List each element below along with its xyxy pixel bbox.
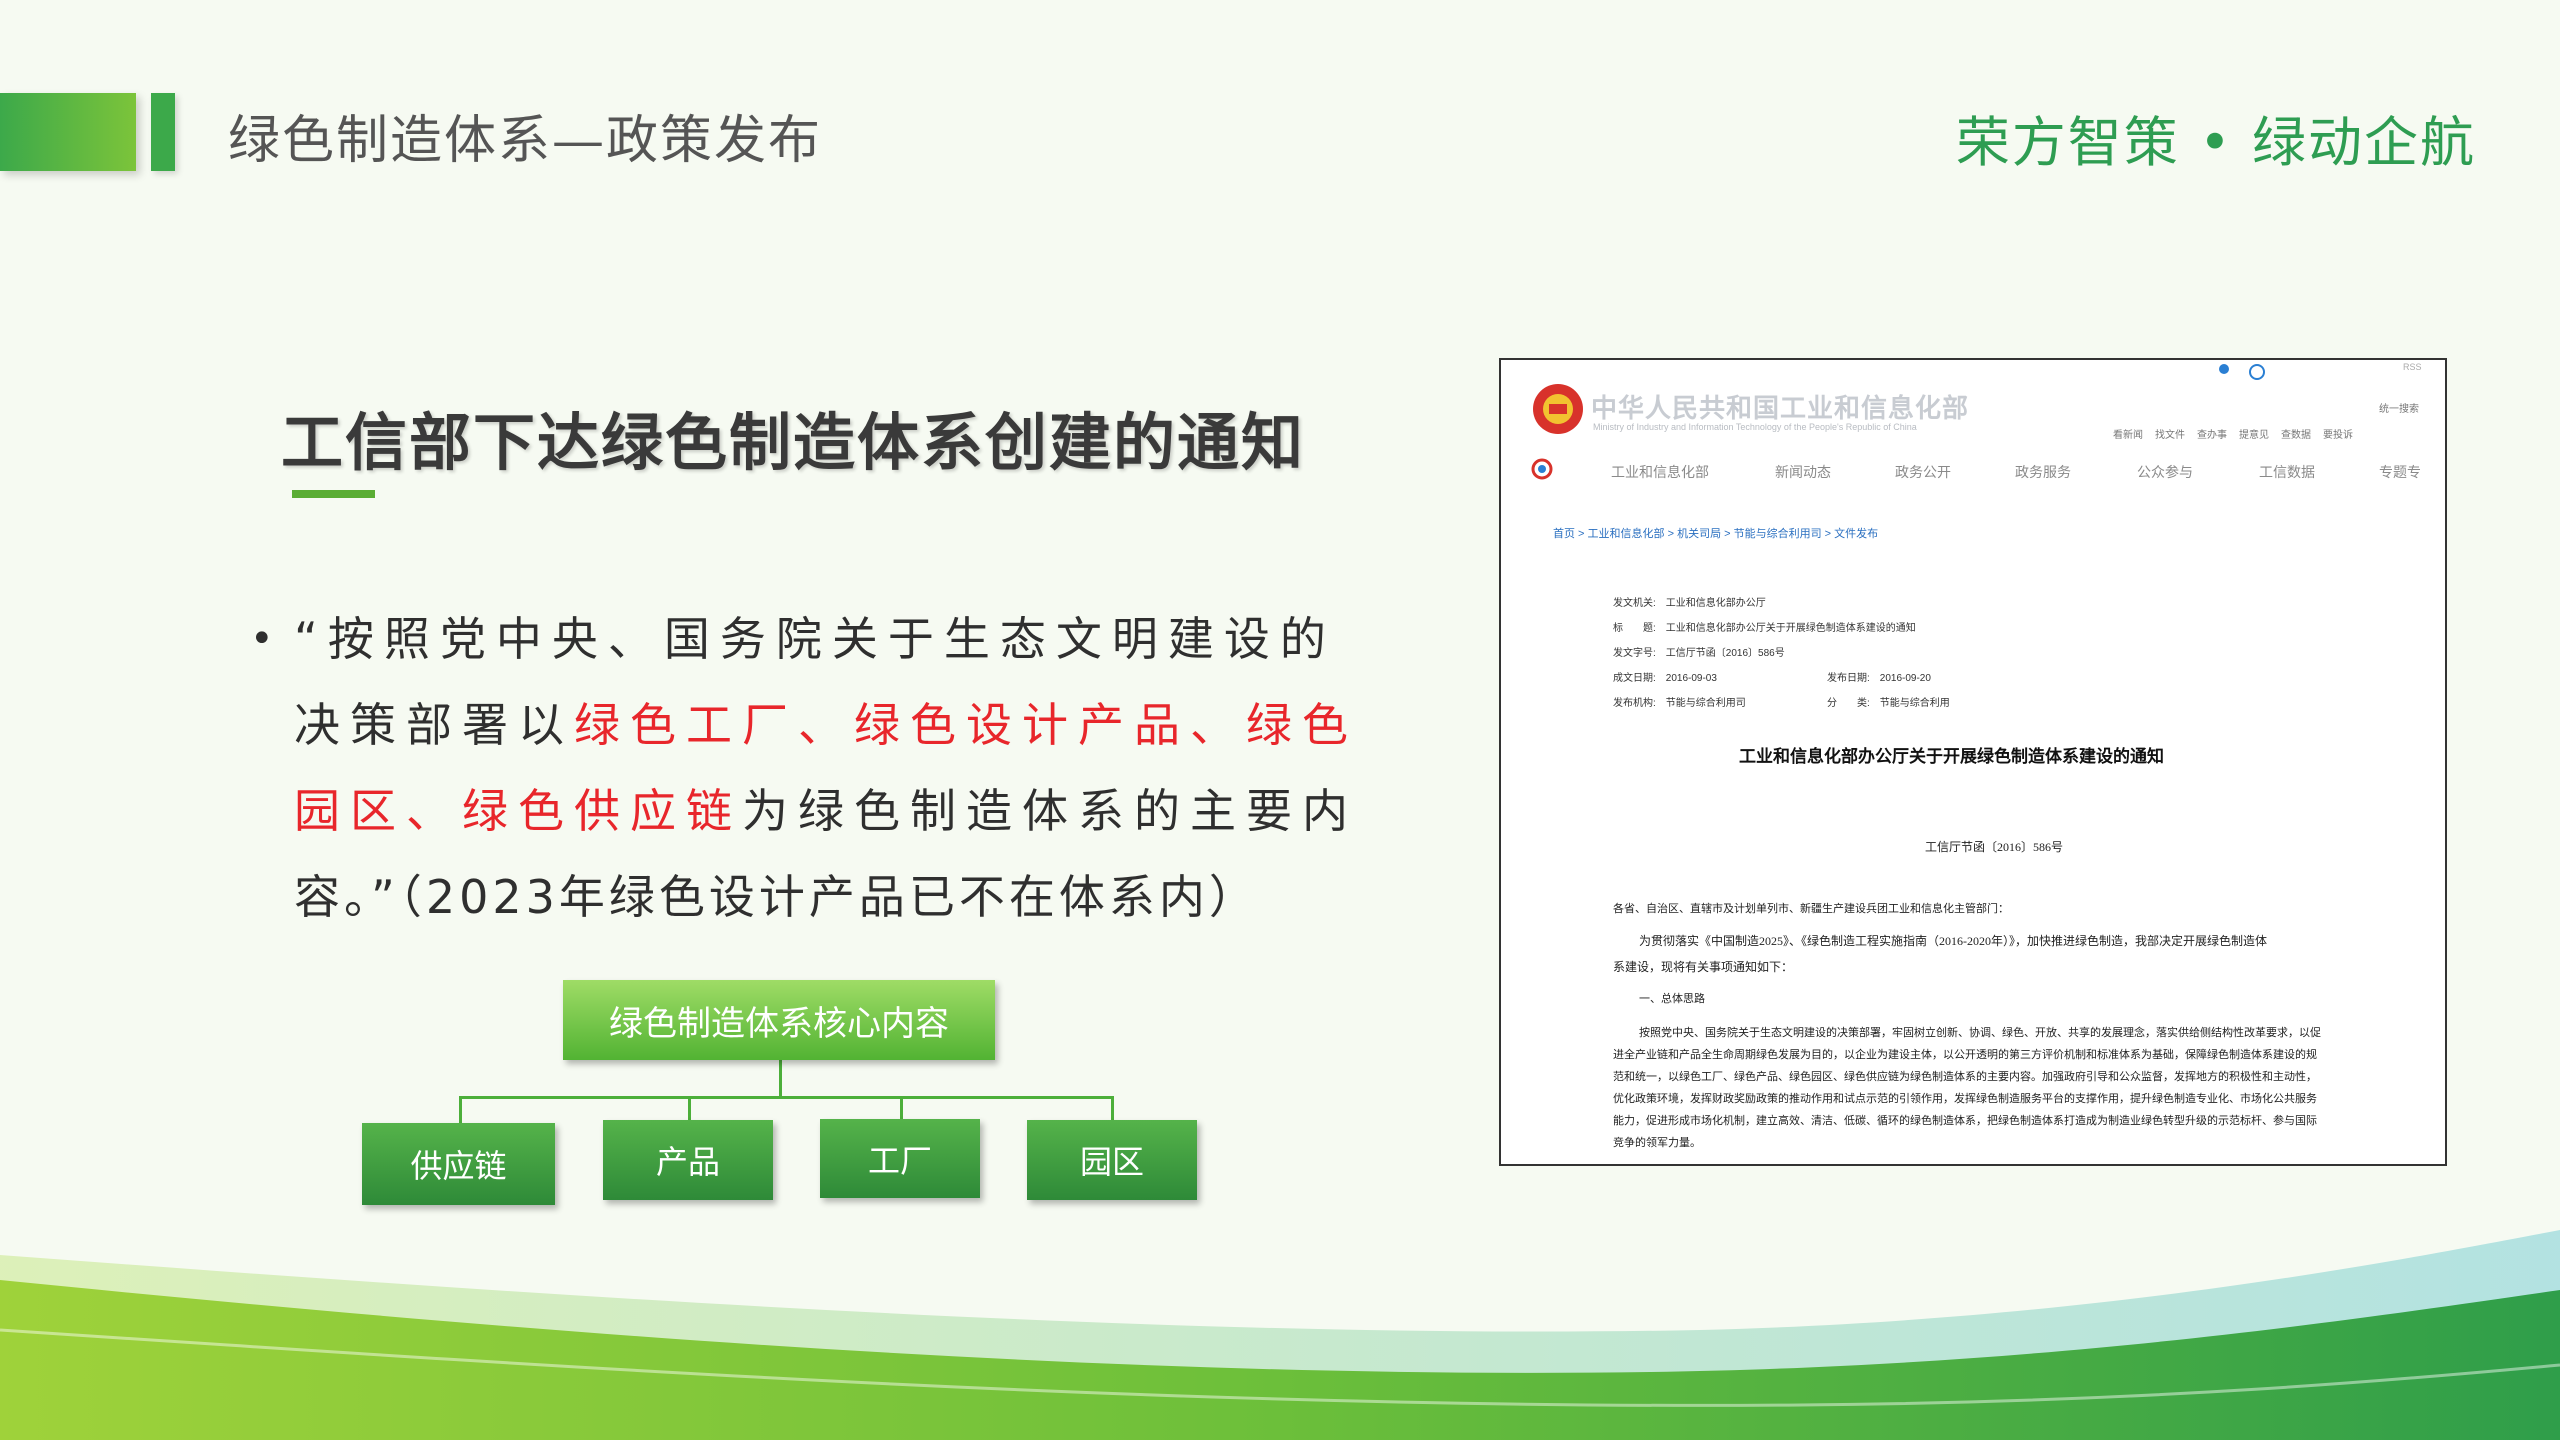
nav-item[interactable]: 工业和信息化部 [1611,462,1709,482]
quote-line-2: 决策部署以绿色工厂、绿色设计产品、绿色 [294,682,1348,768]
policy-quote: • “按照党中央、国务院关于生态文明建设的 决策部署以绿色工厂、绿色设计产品、绿… [250,596,1348,940]
nav-item[interactable]: 公众参与 [2137,462,2193,482]
quote-text: 决策部署以 [294,698,574,752]
top-link[interactable]: 查数据 [2281,426,2311,441]
document-title: 工业和信息化部办公厅关于开展绿色制造体系建设的通知 [1739,747,2164,766]
nav-item[interactable]: 新闻动态 [1775,462,1831,482]
body-line: 进全产业链和产品全生命周期绿色发展为目的，以企业为建设主体，以公开透明的第三方评… [1613,1049,2317,1061]
connector-line [688,1096,691,1122]
bullet-point: • [250,616,284,662]
highlight-text: 园区、绿色供应链 [294,784,742,838]
org-root-node: 绿色制造体系核心内容 [563,980,995,1060]
meta-title: 标 题: 工业和信息化部办公厅关于开展绿色制造体系建设的通知 [1613,623,1916,634]
highlight-text: 绿色工厂、绿色设计产品、绿色 [574,698,1358,752]
org-node-product: 产品 [603,1120,773,1200]
header-accent-bar [0,93,136,171]
site-title: 中华人民共和国工业和信息化部 [1591,393,1970,423]
top-link[interactable]: 看新闻 [2113,426,2143,441]
site-subtitle: Ministry of Industry and Information Tec… [1593,422,1917,432]
document-number: 工信厅节函〔2016〕586号 [1925,840,2064,854]
quote-line-1: “按照党中央、国务院关于生态文明建设的 [294,612,1336,666]
top-link[interactable]: 查办事 [2197,426,2227,441]
quote-line-4: 容。”（2023年绿色设计产品已不在体系内） [294,870,1259,924]
nav-item[interactable]: 工信数据 [2259,462,2315,482]
heading-underline [292,490,375,498]
connector-line [900,1096,903,1120]
org-node-park: 园区 [1027,1120,1197,1200]
connector-line [459,1096,1114,1099]
nav-item[interactable]: 政务公开 [1895,462,1951,482]
connector-line [1111,1096,1114,1122]
unified-search-link[interactable]: 统一搜索 [2379,400,2419,415]
nav-item[interactable]: 专题专 [2379,462,2421,482]
meta-category: 分 类: 节能与综合利用 [1827,698,1950,709]
quote-text: 为绿色制造体系的主要内 [742,784,1358,838]
body-line: 范和统一，以绿色工厂、绿色产品、绿色园区、绿色供应链为绿色制造体系的主要内容。加… [1613,1071,2317,1083]
national-emblem-icon [1533,384,1583,434]
document-intro: 为贯彻落实《中国制造2025》、《绿色制造工程实施指南（2016-2020年）》… [1639,934,2268,948]
org-node-factory: 工厂 [820,1119,980,1198]
policy-document-screenshot: 中华人民共和国工业和信息化部 Ministry of Industry and … [1499,358,2447,1166]
top-link[interactable]: 找文件 [2155,426,2185,441]
meta-doc-no: 发文字号: 工信厅节函〔2016〕586号 [1613,648,1785,659]
breadcrumb[interactable]: 首页 > 工业和信息化部 > 机关司局 > 节能与综合利用司 > 文件发布 [1553,525,1878,541]
top-link[interactable]: 提意见 [2239,426,2269,441]
section-heading: 一、总体思路 [1639,993,1705,1005]
org-node-supply-chain: 供应链 [362,1123,555,1205]
header-accent-stripe [151,93,175,171]
body-line: 竞争的领军力量。 [1613,1137,1701,1149]
nav-item[interactable]: 政务服务 [2015,462,2071,482]
rss-link[interactable]: RSS [2403,362,2422,372]
weibo-icon[interactable] [2219,364,2229,374]
quote-line-3: 园区、绿色供应链为绿色制造体系的主要内 [294,768,1348,854]
main-heading: 工信部下达绿色制造体系创建的通知 [281,406,1306,479]
document-address: 各省、自治区、直辖市及计划单列市、新疆生产建设兵团工业和信息化主管部门： [1613,903,2009,915]
slide-title: 绿色制造体系—政策发布 [228,111,823,171]
brand-slogan: 荣方智策 • 绿动企航 [1955,111,2476,174]
wechat-icon[interactable] [2249,364,2265,380]
meta-date: 成文日期: 2016-09-03 [1613,673,1717,684]
top-links: 看新闻 找文件 查办事 提意见 查数据 要投诉 [2113,426,2353,441]
connector-line [779,1060,782,1098]
site-logo-icon [1531,458,1553,480]
body-line: 按照党中央、国务院关于生态文明建设的决策部署，牢固树立创新、协调、绿色、开放、共… [1639,1027,2321,1039]
meta-pub-date: 发布日期: 2016-09-20 [1827,673,1931,684]
body-line: 优化政策环境，发挥财政奖励政策的推动作用和试点示范的引领作用，发挥绿色制造服务平… [1613,1093,2317,1105]
connector-line [459,1096,462,1124]
body-line: 能力，促进形成市场化机制，建立高效、清洁、低碳、循环的绿色制造体系，把绿色制造体… [1613,1115,2317,1127]
top-link[interactable]: 要投诉 [2323,426,2353,441]
meta-issuer: 发文机关: 工业和信息化部办公厅 [1613,598,1766,609]
document-intro: 系建设，现将有关事项通知如下： [1613,960,1794,974]
meta-org: 发布机构: 节能与综合利用司 [1613,698,1746,709]
